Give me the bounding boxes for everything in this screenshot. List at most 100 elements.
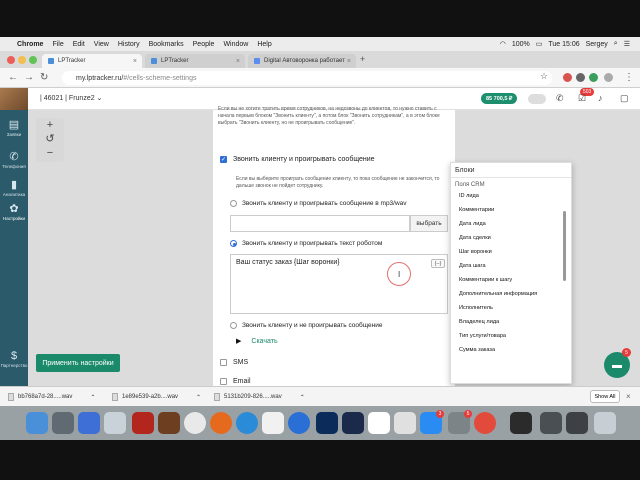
- wifi-icon[interactable]: ◠: [500, 40, 506, 48]
- radio-silent[interactable]: Звонить клиенту и не проигрывать сообщен…: [230, 322, 382, 329]
- account-selector[interactable]: | 46021 | Frunze2 ⌄: [40, 94, 102, 102]
- menu-icon[interactable]: ☰: [624, 40, 630, 48]
- photoshop-app[interactable]: [316, 412, 338, 434]
- chevron-up-icon[interactable]: ⌃: [196, 394, 201, 401]
- radio-button-selected[interactable]: [230, 240, 237, 247]
- launchpad-app[interactable]: [52, 412, 74, 434]
- blocks-option[interactable]: Сумма заказа: [451, 343, 571, 357]
- menu-view[interactable]: View: [94, 41, 109, 48]
- profile-avatar[interactable]: [604, 73, 613, 82]
- folder-app[interactable]: [566, 412, 588, 434]
- status-toggle[interactable]: [528, 94, 546, 104]
- chevron-up-icon[interactable]: ⌃: [300, 394, 305, 401]
- maximize-window-button[interactable]: [29, 56, 37, 64]
- blocks-option[interactable]: Дата сделки: [451, 231, 571, 245]
- close-window-button[interactable]: [7, 56, 15, 64]
- dropdown-scrollbar[interactable]: [563, 211, 566, 281]
- tab-lptracker-active[interactable]: LPTracker ×: [42, 54, 142, 68]
- menu-edit[interactable]: Edit: [73, 41, 85, 48]
- nav-telephony[interactable]: ✆ Телефония: [0, 150, 28, 169]
- blocks-option[interactable]: Дополнительная информация: [451, 287, 571, 301]
- close-tab-icon[interactable]: ×: [133, 58, 137, 65]
- search-icon[interactable]: ⌕: [614, 40, 618, 48]
- blocks-option[interactable]: ID лида: [451, 189, 571, 203]
- sms-checkbox-row[interactable]: SMS: [220, 359, 248, 366]
- new-tab-icon[interactable]: +: [360, 54, 365, 64]
- extension-icon[interactable]: [589, 73, 598, 82]
- bookmark-star-icon[interactable]: ☆: [540, 71, 548, 82]
- zoom-reset-button[interactable]: ↺: [36, 132, 64, 146]
- sublime-app[interactable]: [342, 412, 364, 434]
- chrome-app[interactable]: [184, 412, 206, 434]
- listen-row[interactable]: ▶ Скачать: [236, 337, 278, 346]
- choose-file-button[interactable]: выбрать: [410, 215, 448, 232]
- close-tab-icon[interactable]: ×: [347, 58, 351, 65]
- avatar[interactable]: [0, 88, 28, 110]
- safari-app[interactable]: [78, 412, 100, 434]
- chevron-up-icon[interactable]: ⌃: [90, 394, 95, 401]
- blocks-option[interactable]: Дата лида: [451, 217, 571, 231]
- monitor-app[interactable]: [540, 412, 562, 434]
- firefox-app[interactable]: [210, 412, 232, 434]
- extension-icon[interactable]: [563, 73, 572, 82]
- call-client-checkbox-row[interactable]: ✓ Звонить клиенту и проигрывать сообщени…: [220, 156, 375, 163]
- nav-settings[interactable]: ✿ Настройки: [0, 202, 28, 221]
- menu-file[interactable]: File: [52, 41, 63, 48]
- download-link[interactable]: Скачать: [251, 338, 277, 345]
- checkbox[interactable]: [220, 359, 227, 366]
- nav-partnership[interactable]: $ Партнерство: [0, 350, 28, 368]
- radio-robot[interactable]: Звонить клиенту и проигрывать текст робо…: [230, 240, 382, 247]
- minimize-window-button[interactable]: [18, 56, 26, 64]
- blocks-option[interactable]: Комментарии к шагу: [451, 273, 571, 287]
- trash-icon[interactable]: [594, 412, 616, 434]
- extension-icon[interactable]: [576, 73, 585, 82]
- zoom-in-button[interactable]: +: [36, 118, 64, 132]
- balance-badge[interactable]: 85 700,5 ₽: [481, 93, 518, 104]
- menu-bookmarks[interactable]: Bookmarks: [149, 41, 184, 48]
- close-icon[interactable]: ×: [626, 392, 631, 401]
- tab-digital[interactable]: Digital Автоворонка работает ×: [248, 54, 356, 68]
- robot-text-area[interactable]: Ваш статус заказ {Шаг воронки}: [230, 254, 448, 314]
- download-item[interactable]: 5131b209-826.....wav ⌃: [214, 393, 305, 401]
- radio-button[interactable]: [230, 322, 237, 329]
- finder-app[interactable]: [26, 412, 48, 434]
- yandex-app[interactable]: [474, 412, 496, 434]
- file-path-input[interactable]: [230, 215, 410, 232]
- user-icon[interactable]: ▢: [620, 93, 629, 104]
- tab-lptracker[interactable]: LPTracker ×: [145, 54, 245, 68]
- download-item[interactable]: bb768a7d-28.....wav ⌃: [8, 393, 95, 401]
- email-checkbox-row[interactable]: Email: [220, 378, 251, 385]
- download-item[interactable]: 1e89e539-a2b....wav ⌃: [112, 393, 201, 401]
- filezilla-app[interactable]: [132, 412, 154, 434]
- menu-window[interactable]: Window: [223, 41, 248, 48]
- menu-people[interactable]: People: [193, 41, 215, 48]
- radio-button[interactable]: [230, 200, 237, 207]
- apply-settings-button[interactable]: Применить настройки: [36, 354, 120, 372]
- preview-app[interactable]: [104, 412, 126, 434]
- radio-mp3[interactable]: Звонить клиенту и проигрывать сообщение …: [230, 200, 407, 207]
- telegram-app[interactable]: [236, 412, 258, 434]
- insert-variable-button[interactable]: {--}: [431, 259, 445, 268]
- forward-icon[interactable]: →: [24, 72, 34, 83]
- notes-app[interactable]: [394, 412, 416, 434]
- play-icon[interactable]: ▶: [236, 337, 241, 345]
- nav-analytics[interactable]: ▮ Аналитика: [0, 178, 28, 197]
- skype-app[interactable]: [288, 412, 310, 434]
- menu-history[interactable]: History: [118, 41, 140, 48]
- phone-icon[interactable]: ✆: [556, 93, 564, 104]
- nav-leads[interactable]: ▤ Заявки: [0, 118, 28, 137]
- user-name[interactable]: Sergey: [586, 41, 608, 48]
- close-tab-icon[interactable]: ×: [236, 58, 240, 65]
- bell-icon[interactable]: ♪: [598, 93, 603, 103]
- slack-app[interactable]: [262, 412, 284, 434]
- blocks-option[interactable]: Исполнитель: [451, 301, 571, 315]
- kebab-menu-icon[interactable]: ⋮: [624, 72, 634, 83]
- terminal-app[interactable]: [510, 412, 532, 434]
- checkbox-checked[interactable]: ✓: [220, 156, 227, 163]
- menu-help[interactable]: Help: [257, 41, 271, 48]
- blocks-option[interactable]: Владелец лида: [451, 315, 571, 329]
- blocks-option[interactable]: Шаг воронки: [451, 245, 571, 259]
- battery-icon[interactable]: ▭: [536, 40, 543, 48]
- blocks-option[interactable]: Комментарии: [451, 203, 571, 217]
- menu-app[interactable]: Chrome: [17, 41, 43, 48]
